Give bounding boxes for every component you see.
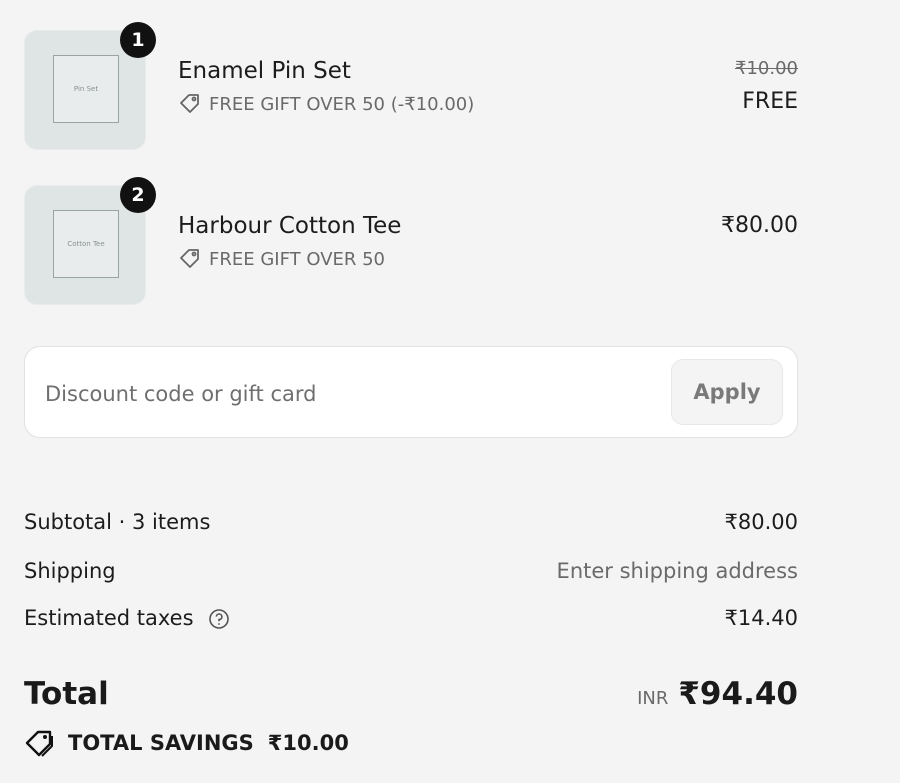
original-price: ₹10.00 xyxy=(735,58,798,79)
item-discount-label: FREE GIFT OVER 50 xyxy=(209,248,386,270)
quantity-badge: 2 xyxy=(120,177,156,213)
shipping-label: Shipping xyxy=(24,559,116,583)
item-discount: FREE GIFT OVER 50 xyxy=(178,247,385,271)
total-value-group: INR ₹94.40 xyxy=(637,676,798,712)
apply-button[interactable]: Apply xyxy=(671,359,783,425)
item-price: ₹80.00 xyxy=(721,213,798,238)
taxes-row: Estimated taxes ₹14.40 xyxy=(24,606,798,630)
quantity-badge: 1 xyxy=(120,22,156,58)
total-amount: ₹94.40 xyxy=(678,676,798,712)
final-price: FREE xyxy=(742,89,798,114)
item-price: ₹10.00 FREE xyxy=(735,58,798,114)
item-name: Enamel Pin Set xyxy=(178,58,351,84)
currency-code: INR xyxy=(637,688,669,709)
product-image-label: Cotton Tee xyxy=(67,240,105,248)
savings-value: ₹10.00 xyxy=(267,731,349,755)
total-savings: TOTAL SAVINGS ₹10.00 xyxy=(24,728,349,758)
help-circle-icon[interactable] xyxy=(208,608,230,630)
discount-code-input[interactable] xyxy=(43,376,647,412)
discount-code-box: Apply xyxy=(24,346,798,438)
tag-icon xyxy=(25,730,53,757)
tag-icon xyxy=(180,249,199,268)
taxes-label: Estimated taxes xyxy=(24,606,194,630)
final-price: ₹80.00 xyxy=(721,213,798,238)
item-name: Harbour Cotton Tee xyxy=(178,213,402,239)
cart-item: Pin Set 1 Enamel Pin Set FREE GIFT OVER … xyxy=(24,22,798,150)
subtotal-row: Subtotal · 3 items ₹80.00 xyxy=(24,510,798,534)
tag-icon xyxy=(180,94,199,113)
shipping-value: Enter shipping address xyxy=(556,559,798,583)
savings-label: TOTAL SAVINGS xyxy=(68,731,254,755)
cart-item: Cotton Tee 2 Harbour Cotton Tee FREE GIF… xyxy=(24,177,798,305)
product-image: Pin Set xyxy=(53,55,119,123)
item-discount-label: FREE GIFT OVER 50 (-₹10.00) xyxy=(209,93,475,115)
taxes-value: ₹14.40 xyxy=(724,606,798,630)
product-image: Cotton Tee xyxy=(53,210,119,278)
total-label: Total xyxy=(24,676,109,712)
subtotal-label: Subtotal · 3 items xyxy=(24,510,211,534)
shipping-row: Shipping Enter shipping address xyxy=(24,559,798,583)
item-discount: FREE GIFT OVER 50 (-₹10.00) xyxy=(178,92,474,116)
product-image-label: Pin Set xyxy=(73,85,99,93)
subtotal-value: ₹80.00 xyxy=(724,510,798,534)
taxes-label-group: Estimated taxes xyxy=(24,606,230,630)
